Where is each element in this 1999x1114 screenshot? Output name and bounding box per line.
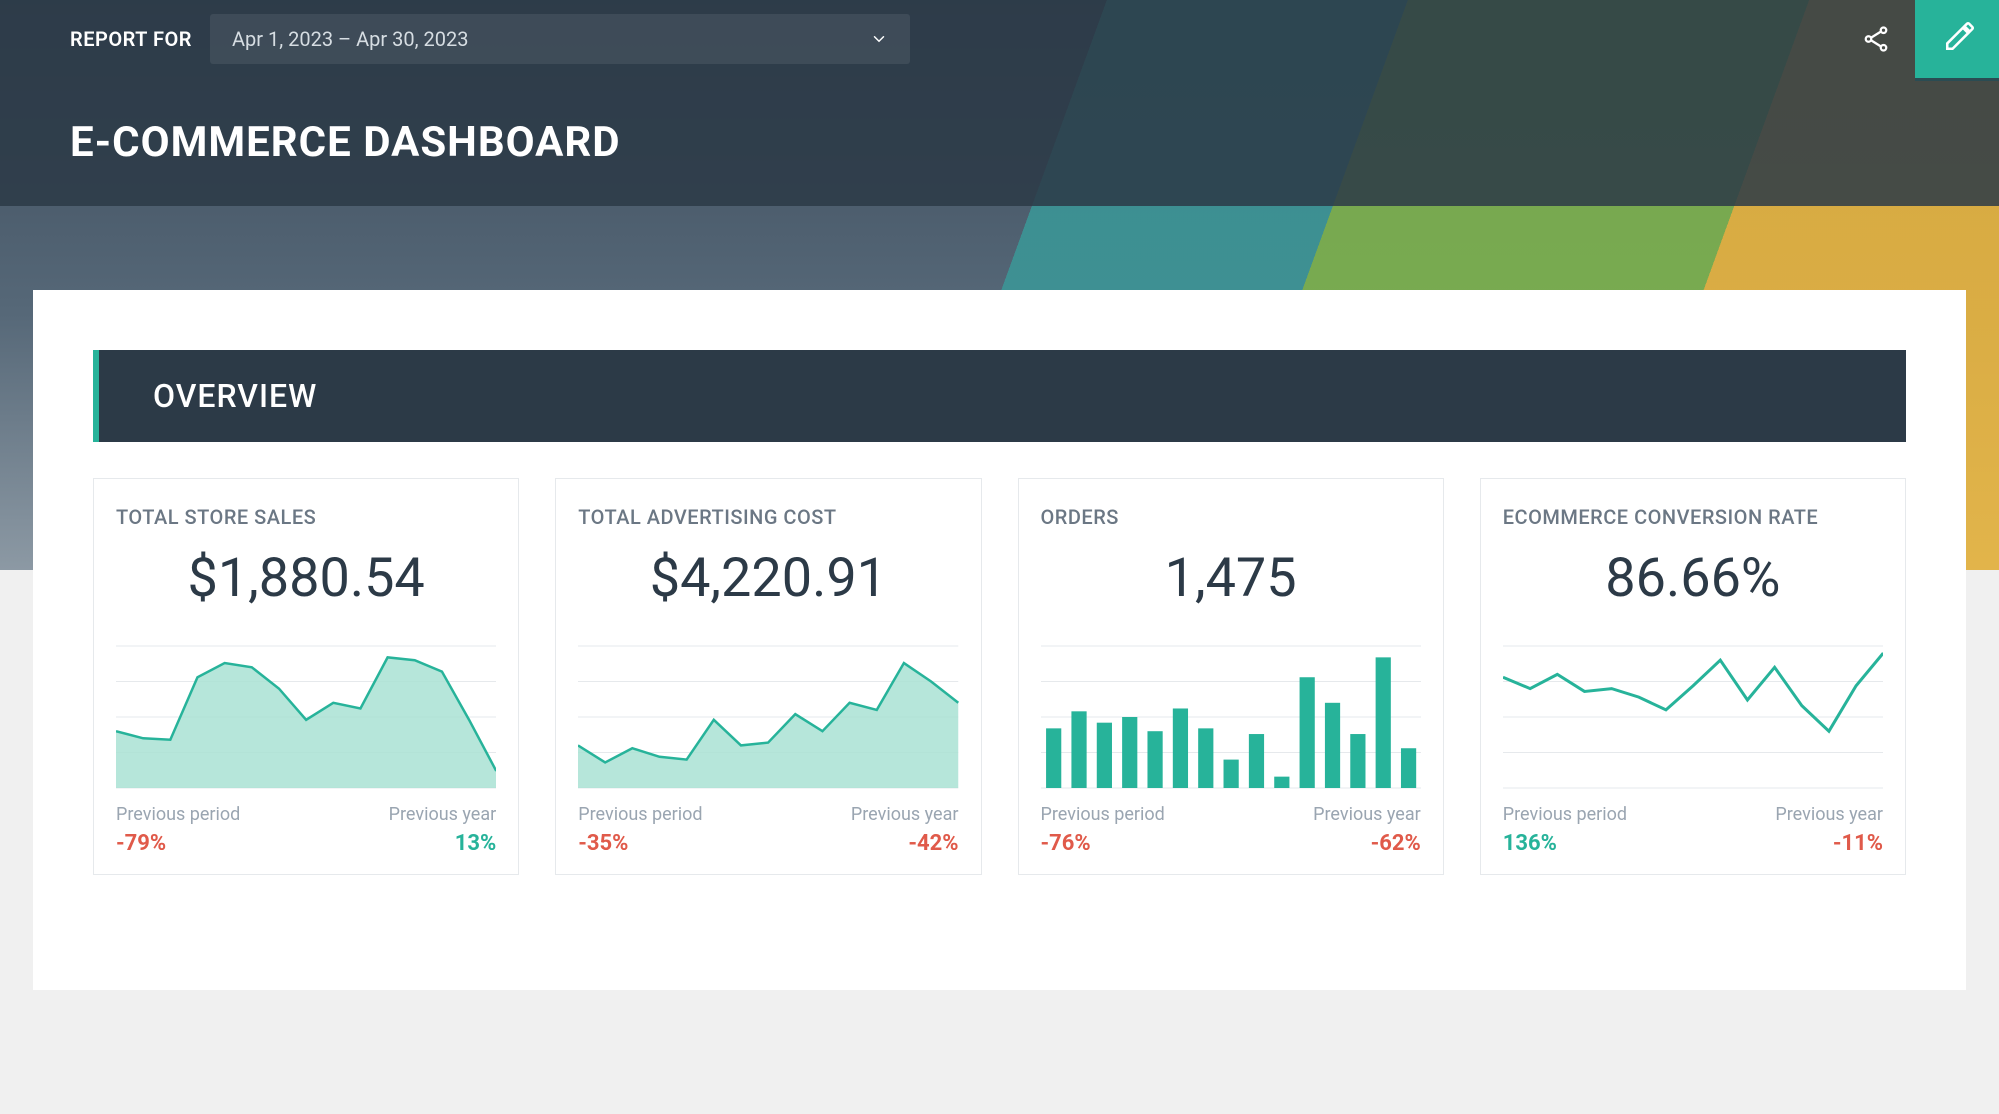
kpi-title: TOTAL STORE SALES <box>116 505 496 529</box>
kpi-row: TOTAL STORE SALES $1,880.54 Previous perio… <box>93 478 1906 875</box>
previous-year-value: -62% <box>1313 831 1421 856</box>
kpi-value: 1,475 <box>1041 547 1421 610</box>
kpi-title: TOTAL ADVERTISING COST <box>578 505 958 529</box>
page-title: E-COMMERCE DASHBOARD <box>70 118 621 167</box>
previous-year-value: 13% <box>389 831 497 856</box>
date-range-select[interactable]: Apr 1, 2023 – Apr 30, 2023 <box>210 14 910 64</box>
kpi-footer: Previous period -79% Previous year 13% <box>116 804 496 856</box>
previous-year-label: Previous year <box>389 804 497 825</box>
kpi-title: ECOMMERCE CONVERSION RATE <box>1503 505 1883 529</box>
section-header-overview: OVERVIEW <box>93 350 1906 442</box>
previous-year-value: -42% <box>851 831 959 856</box>
previous-year-value: -11% <box>1775 831 1883 856</box>
kpi-card-total_store_sales: TOTAL STORE SALES $1,880.54 Previous perio… <box>93 478 519 875</box>
kpi-footer: Previous period -35% Previous year -42% <box>578 804 958 856</box>
pencil-icon <box>1943 19 1977 53</box>
report-for-label: REPORT FOR <box>70 27 192 51</box>
kpi-sparkline <box>578 642 958 792</box>
previous-year-label: Previous year <box>1313 804 1421 825</box>
previous-period-value: -79% <box>116 831 240 856</box>
chevron-down-icon <box>870 30 888 48</box>
previous-period-label: Previous period <box>1041 804 1165 825</box>
previous-period-value: 136% <box>1503 831 1627 856</box>
kpi-card-total_advertising_cost: TOTAL ADVERTISING COST $4,220.91 Previous … <box>555 478 981 875</box>
kpi-value: 86.66% <box>1503 547 1883 610</box>
section-header-label: OVERVIEW <box>153 377 317 415</box>
kpi-value: $1,880.54 <box>116 547 496 610</box>
share-button[interactable] <box>1837 0 1915 78</box>
kpi-card-ecommerce_conversion_rate: ECOMMERCE CONVERSION RATE 86.66% Previous … <box>1480 478 1906 875</box>
topbar: REPORT FOR Apr 1, 2023 – Apr 30, 2023 <box>0 0 1999 78</box>
kpi-sparkline <box>1503 642 1883 792</box>
kpi-footer: Previous period 136% Previous year -11% <box>1503 804 1883 856</box>
previous-year-label: Previous year <box>1775 804 1883 825</box>
title-bar: E-COMMERCE DASHBOARD <box>0 78 1999 206</box>
kpi-sparkline <box>1041 642 1421 792</box>
kpi-title: ORDERS <box>1041 505 1421 529</box>
previous-period-label: Previous period <box>578 804 702 825</box>
previous-period-label: Previous period <box>1503 804 1627 825</box>
kpi-sparkline <box>116 642 496 792</box>
previous-year-label: Previous year <box>851 804 959 825</box>
share-icon <box>1861 24 1891 54</box>
date-range-value: Apr 1, 2023 – Apr 30, 2023 <box>232 27 469 51</box>
kpi-footer: Previous period -76% Previous year -62% <box>1041 804 1421 856</box>
kpi-value: $4,220.91 <box>578 547 958 610</box>
previous-period-value: -35% <box>578 831 702 856</box>
previous-period-value: -76% <box>1041 831 1165 856</box>
content-card: OVERVIEW TOTAL STORE SALES $1,880.54 Previ… <box>33 290 1966 990</box>
edit-button[interactable] <box>1915 0 1999 81</box>
previous-period-label: Previous period <box>116 804 240 825</box>
kpi-card-orders: ORDERS 1,475 Previous period -76% Previous y… <box>1018 478 1444 875</box>
